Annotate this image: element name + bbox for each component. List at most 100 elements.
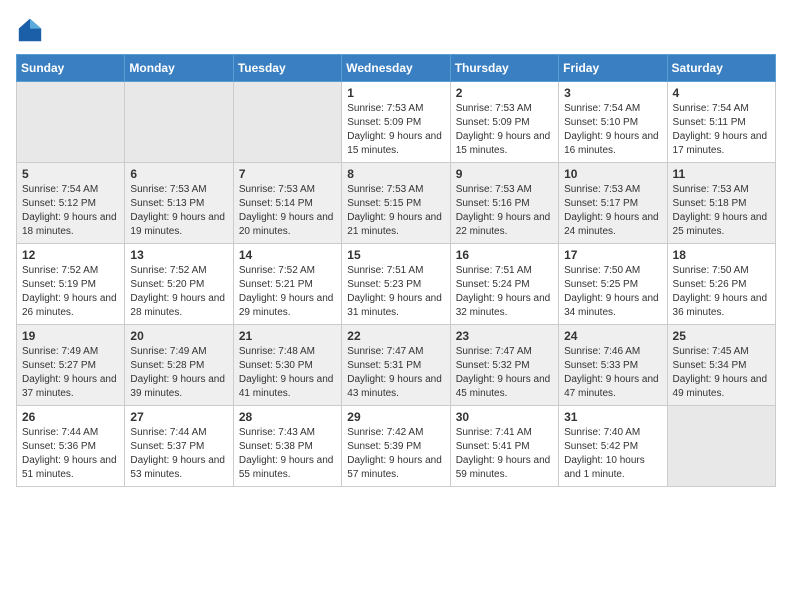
- calendar-header-row: SundayMondayTuesdayWednesdayThursdayFrid…: [17, 55, 776, 82]
- day-header: Friday: [559, 55, 667, 82]
- day-number: 23: [456, 329, 553, 343]
- calendar-cell: [667, 406, 775, 487]
- day-number: 10: [564, 167, 661, 181]
- cell-content: Sunrise: 7:53 AM Sunset: 5:15 PM Dayligh…: [347, 183, 444, 239]
- cell-content: Sunrise: 7:52 AM Sunset: 5:19 PM Dayligh…: [22, 264, 119, 320]
- day-number: 30: [456, 410, 553, 424]
- calendar-cell: 21 Sunrise: 7:48 AM Sunset: 5:30 PM Dayli…: [233, 325, 341, 406]
- day-number: 22: [347, 329, 444, 343]
- calendar-cell: 23Sunrise: 7:47 AM Sunset: 5:32 PM Dayli…: [450, 325, 558, 406]
- day-number: 8: [347, 167, 444, 181]
- calendar-cell: 11Sunrise: 7:53 AM Sunset: 5:18 PM Dayli…: [667, 163, 775, 244]
- cell-content: Sunrise: 7:40 AM Sunset: 5:42 PM Dayligh…: [564, 426, 661, 482]
- cell-content: Sunrise: 7:51 AM Sunset: 5:24 PM Dayligh…: [456, 264, 553, 320]
- cell-content: Sunrise: 7:53 AM Sunset: 5:16 PM Dayligh…: [456, 183, 553, 239]
- day-number: 26: [22, 410, 119, 424]
- calendar-table: SundayMondayTuesdayWednesdayThursdayFrid…: [16, 54, 776, 487]
- page-header: [16, 16, 776, 44]
- logo: [16, 16, 48, 44]
- cell-content: Sunrise: 7:45 AM Sunset: 5:34 PM Dayligh…: [673, 345, 770, 401]
- day-header: Sunday: [17, 55, 125, 82]
- cell-content: Sunrise: 7:44 AM Sunset: 5:36 PM Dayligh…: [22, 426, 119, 482]
- cell-content: Sunrise: 7:42 AM Sunset: 5:39 PM Dayligh…: [347, 426, 444, 482]
- calendar-cell: 14 Sunrise: 7:52 AM Sunset: 5:21 PM Dayli…: [233, 244, 341, 325]
- calendar-cell: 16 Sunrise: 7:51 AM Sunset: 5:24 PM Dayli…: [450, 244, 558, 325]
- calendar-cell: 5 Sunrise: 7:54 AM Sunset: 5:12 PM Daylig…: [17, 163, 125, 244]
- calendar-cell: [17, 82, 125, 163]
- cell-content: Sunrise: 7:49 AM Sunset: 5:27 PM Dayligh…: [22, 345, 119, 401]
- cell-content: Sunrise: 7:54 AM Sunset: 5:10 PM Dayligh…: [564, 102, 661, 158]
- calendar-cell: 3 Sunrise: 7:54 AM Sunset: 5:10 PM Daylig…: [559, 82, 667, 163]
- calendar-cell: 19 Sunrise: 7:49 AM Sunset: 5:27 PM Dayli…: [17, 325, 125, 406]
- cell-content: Sunrise: 7:52 AM Sunset: 5:20 PM Dayligh…: [130, 264, 227, 320]
- cell-content: Sunrise: 7:54 AM Sunset: 5:11 PM Dayligh…: [673, 102, 770, 158]
- day-number: 7: [239, 167, 336, 181]
- cell-content: Sunrise: 7:44 AM Sunset: 5:37 PM Dayligh…: [130, 426, 227, 482]
- cell-content: Sunrise: 7:53 AM Sunset: 5:13 PM Dayligh…: [130, 183, 227, 239]
- day-number: 11: [673, 167, 770, 181]
- cell-content: Sunrise: 7:52 AM Sunset: 5:21 PM Dayligh…: [239, 264, 336, 320]
- day-number: 15: [347, 248, 444, 262]
- cell-content: Sunrise: 7:50 AM Sunset: 5:26 PM Dayligh…: [673, 264, 770, 320]
- day-number: 21: [239, 329, 336, 343]
- calendar-cell: 30 Sunrise: 7:41 AM Sunset: 5:41 PM Dayli…: [450, 406, 558, 487]
- cell-content: Sunrise: 7:48 AM Sunset: 5:30 PM Dayligh…: [239, 345, 336, 401]
- cell-content: Sunrise: 7:53 AM Sunset: 5:09 PM Dayligh…: [456, 102, 553, 158]
- calendar-cell: 2Sunrise: 7:53 AM Sunset: 5:09 PM Daylig…: [450, 82, 558, 163]
- calendar-cell: 31Sunrise: 7:40 AM Sunset: 5:42 PM Dayli…: [559, 406, 667, 487]
- day-number: 29: [347, 410, 444, 424]
- calendar-cell: 4 Sunrise: 7:54 AM Sunset: 5:11 PM Daylig…: [667, 82, 775, 163]
- day-number: 12: [22, 248, 119, 262]
- cell-content: Sunrise: 7:54 AM Sunset: 5:12 PM Dayligh…: [22, 183, 119, 239]
- calendar-week-row: 19 Sunrise: 7:49 AM Sunset: 5:27 PM Dayli…: [17, 325, 776, 406]
- day-number: 5: [22, 167, 119, 181]
- calendar-cell: 13 Sunrise: 7:52 AM Sunset: 5:20 PM Dayli…: [125, 244, 233, 325]
- calendar-cell: 26 Sunrise: 7:44 AM Sunset: 5:36 PM Dayli…: [17, 406, 125, 487]
- day-number: 1: [347, 86, 444, 100]
- calendar-week-row: 5 Sunrise: 7:54 AM Sunset: 5:12 PM Daylig…: [17, 163, 776, 244]
- calendar-cell: 24Sunrise: 7:46 AM Sunset: 5:33 PM Dayli…: [559, 325, 667, 406]
- calendar-cell: 18 Sunrise: 7:50 AM Sunset: 5:26 PM Dayli…: [667, 244, 775, 325]
- cell-content: Sunrise: 7:49 AM Sunset: 5:28 PM Dayligh…: [130, 345, 227, 401]
- cell-content: Sunrise: 7:47 AM Sunset: 5:31 PM Dayligh…: [347, 345, 444, 401]
- cell-content: Sunrise: 7:51 AM Sunset: 5:23 PM Dayligh…: [347, 264, 444, 320]
- calendar-cell: [233, 82, 341, 163]
- day-number: 19: [22, 329, 119, 343]
- calendar-cell: 20 Sunrise: 7:49 AM Sunset: 5:28 PM Dayli…: [125, 325, 233, 406]
- day-header: Saturday: [667, 55, 775, 82]
- calendar-cell: 12 Sunrise: 7:52 AM Sunset: 5:19 PM Dayli…: [17, 244, 125, 325]
- cell-content: Sunrise: 7:53 AM Sunset: 5:09 PM Dayligh…: [347, 102, 444, 158]
- logo-icon: [16, 16, 44, 44]
- calendar-cell: 28 Sunrise: 7:43 AM Sunset: 5:38 PM Dayli…: [233, 406, 341, 487]
- day-number: 4: [673, 86, 770, 100]
- calendar-week-row: 12 Sunrise: 7:52 AM Sunset: 5:19 PM Dayli…: [17, 244, 776, 325]
- day-number: 13: [130, 248, 227, 262]
- day-number: 16: [456, 248, 553, 262]
- day-number: 17: [564, 248, 661, 262]
- calendar-cell: 6 Sunrise: 7:53 AM Sunset: 5:13 PM Daylig…: [125, 163, 233, 244]
- calendar-cell: 8 Sunrise: 7:53 AM Sunset: 5:15 PM Daylig…: [342, 163, 450, 244]
- calendar-week-row: 1 Sunrise: 7:53 AM Sunset: 5:09 PM Daylig…: [17, 82, 776, 163]
- calendar-cell: 10Sunrise: 7:53 AM Sunset: 5:17 PM Dayli…: [559, 163, 667, 244]
- day-number: 9: [456, 167, 553, 181]
- cell-content: Sunrise: 7:43 AM Sunset: 5:38 PM Dayligh…: [239, 426, 336, 482]
- day-number: 14: [239, 248, 336, 262]
- day-header: Monday: [125, 55, 233, 82]
- day-number: 20: [130, 329, 227, 343]
- calendar-cell: 27 Sunrise: 7:44 AM Sunset: 5:37 PM Dayli…: [125, 406, 233, 487]
- day-number: 28: [239, 410, 336, 424]
- day-number: 6: [130, 167, 227, 181]
- calendar-cell: 1 Sunrise: 7:53 AM Sunset: 5:09 PM Daylig…: [342, 82, 450, 163]
- cell-content: Sunrise: 7:53 AM Sunset: 5:14 PM Dayligh…: [239, 183, 336, 239]
- day-number: 3: [564, 86, 661, 100]
- calendar-cell: 15 Sunrise: 7:51 AM Sunset: 5:23 PM Dayli…: [342, 244, 450, 325]
- cell-content: Sunrise: 7:46 AM Sunset: 5:33 PM Dayligh…: [564, 345, 661, 401]
- day-number: 27: [130, 410, 227, 424]
- calendar-cell: 17Sunrise: 7:50 AM Sunset: 5:25 PM Dayli…: [559, 244, 667, 325]
- cell-content: Sunrise: 7:41 AM Sunset: 5:41 PM Dayligh…: [456, 426, 553, 482]
- calendar-cell: 9 Sunrise: 7:53 AM Sunset: 5:16 PM Daylig…: [450, 163, 558, 244]
- day-number: 18: [673, 248, 770, 262]
- day-header: Tuesday: [233, 55, 341, 82]
- calendar-cell: 29 Sunrise: 7:42 AM Sunset: 5:39 PM Dayli…: [342, 406, 450, 487]
- calendar-cell: 25Sunrise: 7:45 AM Sunset: 5:34 PM Dayli…: [667, 325, 775, 406]
